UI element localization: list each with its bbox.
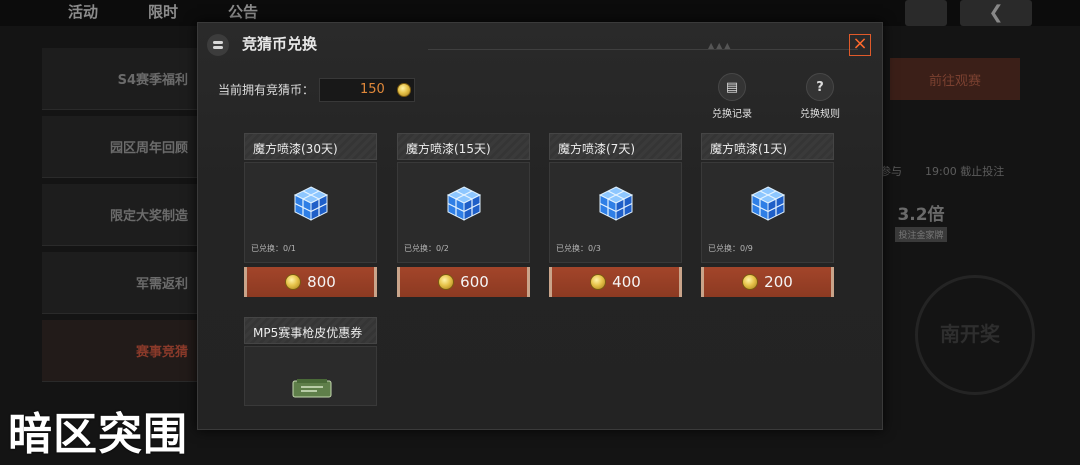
game-logo-watermark: 暗区突围 — [8, 409, 188, 460]
modal-header: 竞猜币兑换 ▲▲▲ × — [198, 23, 882, 67]
price-value: 800 — [307, 273, 336, 291]
coin-icon — [742, 274, 759, 290]
exchange-price-button[interactable]: 800 — [244, 267, 377, 297]
price-value: 400 — [612, 273, 641, 291]
decorative-triangles: ▲▲▲ — [708, 41, 733, 50]
exchange-item-card[interactable]: 魔方喷漆(7天) 已兑换：0/3 400 — [549, 133, 682, 297]
menu-item[interactable]: 军需返利 — [42, 252, 202, 314]
menu-item[interactable]: 园区周年回顾 — [42, 116, 202, 178]
price-value: 600 — [460, 273, 489, 291]
coin-stack-icon — [207, 34, 229, 56]
item-name: 魔方喷漆(15天) — [397, 133, 530, 160]
document-icon: ▤ — [718, 73, 746, 101]
menu-item[interactable]: 限定大奖制造 — [42, 184, 202, 246]
exchange-item-card[interactable]: 魔方喷漆(30天) 已兑换：0/1 800 — [244, 133, 377, 297]
exchange-price-button[interactable]: 400 — [549, 267, 682, 297]
bg-circle-text: 南开奖 — [940, 322, 1000, 346]
exchanged-count: 已兑换：0/1 — [251, 244, 296, 253]
exchange-price-button[interactable]: 200 — [701, 267, 834, 297]
exchange-modal: 竞猜币兑换 ▲▲▲ × 当前拥有竞猜币： 150 ▤ 兑换记录 ? 兑换规则 魔… — [197, 22, 883, 430]
rubiks-cube-icon — [446, 186, 481, 221]
exchange-item-card[interactable]: MP5赛事枪皮优惠券 — [244, 317, 377, 406]
menu-item[interactable]: S4赛季福利 — [42, 48, 202, 110]
modal-title: 竞猜币兑换 — [242, 35, 318, 53]
coin-icon — [438, 274, 455, 290]
close-button[interactable]: × — [849, 34, 871, 56]
coin-icon — [285, 274, 302, 290]
exchange-price-button[interactable]: 600 — [397, 267, 530, 297]
tab-limited[interactable]: 限时 — [148, 0, 178, 26]
rubiks-cube-icon — [293, 186, 328, 221]
rubiks-cube-icon — [598, 186, 633, 221]
voucher-icon — [292, 379, 332, 398]
exchange-rules-button[interactable]: ? 兑换规则 — [796, 73, 844, 120]
exchange-history-label: 兑换记录 — [712, 109, 752, 120]
item-name: MP5赛事枪皮优惠券 — [244, 317, 377, 344]
balance-label: 当前拥有竞猜币： — [218, 83, 315, 97]
exchange-item-card[interactable]: 魔方喷漆(15天) 已兑换：0/2 600 — [397, 133, 530, 297]
item-preview: 已兑换：0/2 — [397, 162, 530, 263]
decorative-line — [428, 49, 858, 50]
menu-item-active[interactable]: 赛事竞猜 — [42, 320, 202, 382]
coin-icon — [397, 83, 411, 97]
multiplier-tag: 投注金家牌 — [895, 227, 947, 242]
coin-icon — [590, 274, 607, 290]
exchanged-count: 已兑换：0/9 — [708, 244, 753, 253]
rubiks-cube-icon — [750, 186, 785, 221]
settings-icon[interactable] — [905, 0, 947, 26]
item-name: 魔方喷漆(30天) — [244, 133, 377, 160]
odds-multiplier: 3.2倍 投注金家牌 — [895, 200, 947, 242]
exchanged-count: 已兑换：0/2 — [404, 244, 449, 253]
price-value: 200 — [764, 273, 793, 291]
back-arrow-icon[interactable]: ❮ — [960, 0, 1032, 26]
multiplier-value: 3.2倍 — [897, 205, 945, 225]
bg-circle-badge: 南开奖 — [915, 275, 1035, 395]
exchange-item-card[interactable]: 魔方喷漆(1天) 已兑换：0/9 200 — [701, 133, 834, 297]
item-preview: 已兑换：0/3 — [549, 162, 682, 263]
exchange-rules-label: 兑换规则 — [800, 109, 840, 120]
balance-display: 150 — [319, 78, 415, 102]
item-name: 魔方喷漆(1天) — [701, 133, 834, 160]
item-preview: 已兑换：0/9 — [701, 162, 834, 263]
question-icon: ? — [806, 73, 834, 101]
item-preview — [244, 346, 377, 406]
activity-menu: S4赛季福利 园区周年回顾 限定大奖制造 军需返利 赛事竞猜 — [42, 48, 202, 388]
tab-activities[interactable]: 活动 — [68, 0, 98, 26]
bg-deadline-text: 19:00 截止投注 — [925, 165, 1005, 178]
balance-value: 150 — [360, 82, 385, 97]
item-name: 魔方喷漆(7天) — [549, 133, 682, 160]
watch-match-button[interactable]: 前往观赛 — [890, 58, 1020, 100]
exchange-history-button[interactable]: ▤ 兑换记录 — [708, 73, 756, 120]
exchanged-count: 已兑换：0/3 — [556, 244, 601, 253]
item-preview: 已兑换：0/1 — [244, 162, 377, 263]
bg-info-text: 参与 — [880, 165, 902, 178]
